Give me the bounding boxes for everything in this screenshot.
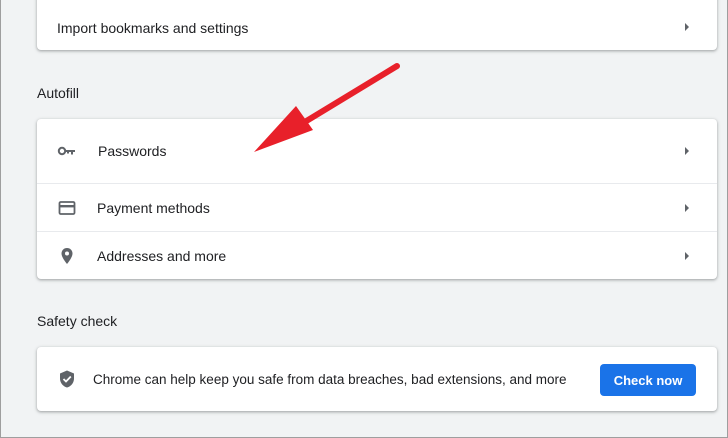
- annotation-arrow-icon: [254, 63, 400, 152]
